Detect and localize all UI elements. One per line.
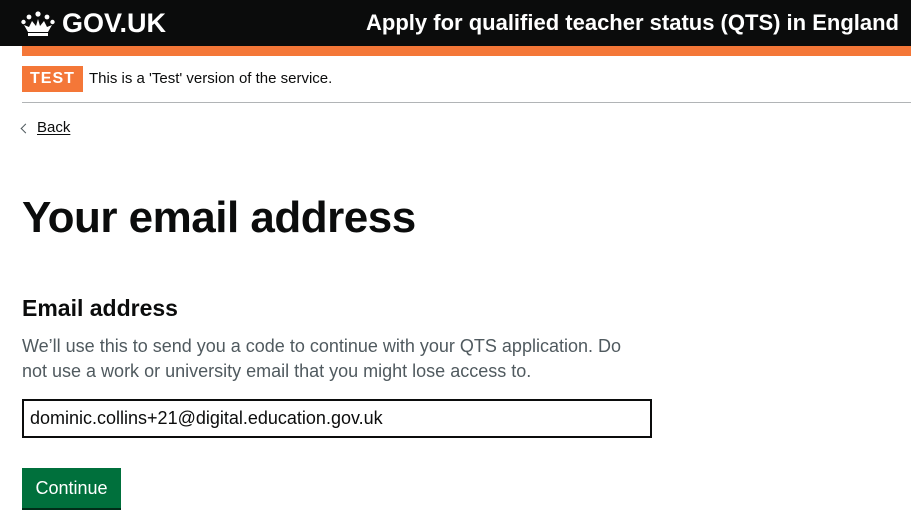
phase-banner-text: This is a 'Test' version of the service. [89, 70, 333, 87]
crown-icon [20, 8, 56, 38]
continue-button[interactable]: Continue [22, 468, 121, 508]
back-link-label: Back [37, 119, 71, 136]
logo-text: GOV.UK [62, 7, 167, 38]
page-title: Your email address [22, 193, 416, 242]
back-link[interactable]: Back [20, 118, 71, 138]
chevron-left-icon [20, 123, 31, 134]
phase-banner: TEST This is a 'Test' version of the ser… [22, 66, 911, 103]
service-name-link[interactable]: Apply for qualified teacher status (QTS)… [366, 8, 899, 38]
email-input[interactable] [22, 399, 652, 438]
email-field-label: Email address [22, 295, 178, 321]
email-hint: We’ll use this to send you a code to con… [22, 336, 621, 381]
phase-tag: TEST [22, 66, 83, 92]
header-accent-bar [22, 46, 911, 56]
site-header: GOV.UK Apply for qualified teacher statu… [0, 0, 911, 46]
govuk-logo-link[interactable]: GOV.UK [20, 8, 166, 38]
